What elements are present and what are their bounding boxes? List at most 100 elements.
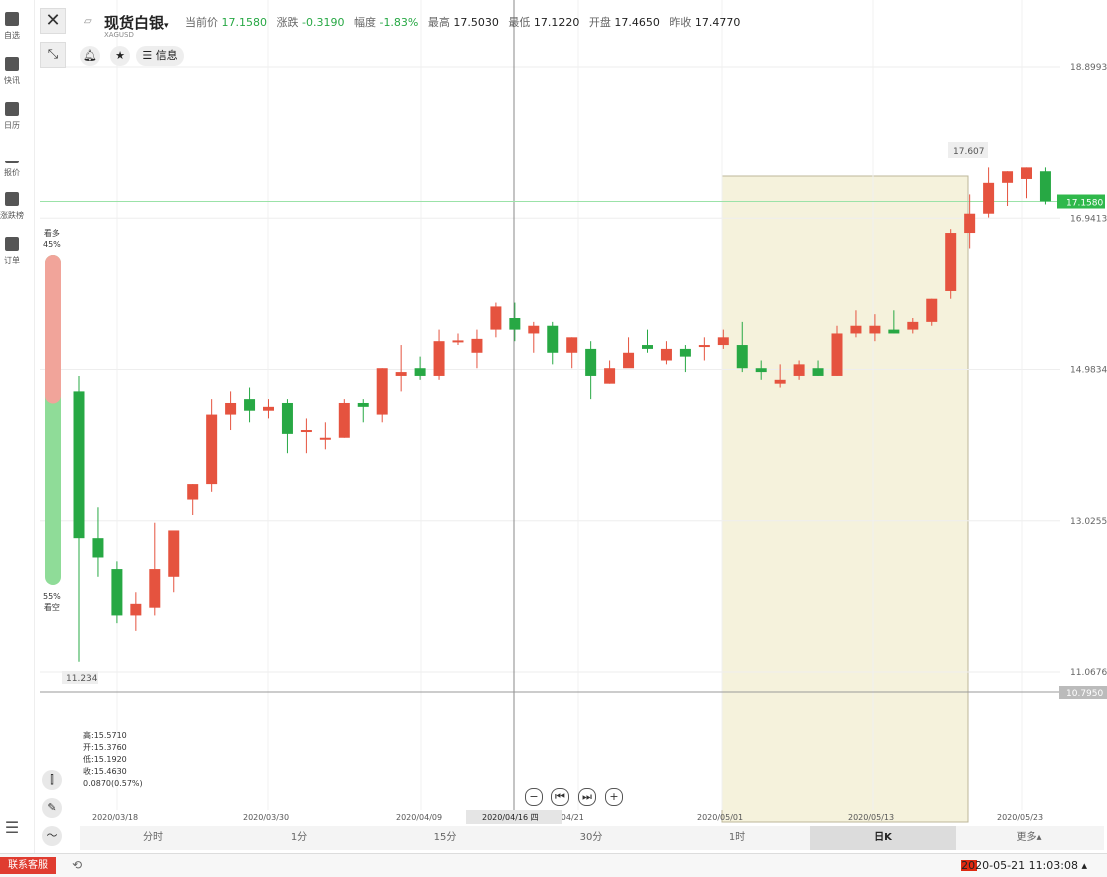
server-time[interactable]: 2020-05-21 11:03:08 ▴	[961, 859, 1087, 872]
sidebar-item-news[interactable]: 快讯	[0, 57, 24, 86]
candle-body	[357, 402, 369, 407]
jump-end-icon[interactable]: ⏭	[578, 788, 596, 806]
candle-body	[831, 333, 843, 376]
candle-body	[1039, 171, 1051, 202]
x-tick-label: 2020/03/18	[92, 813, 138, 822]
ohlc-change: 0.0870(0.57%)	[83, 779, 143, 788]
candle-body	[793, 364, 805, 376]
bell-icon[interactable]: 🔔︎	[80, 46, 100, 66]
bear-percent: 55%	[43, 592, 61, 601]
sidebar-item-label: 快讯	[4, 76, 20, 85]
high-value: 17.5030	[453, 16, 499, 29]
chart-header: ✕ ⤡ ▱ 现货白银▾ XAGUSD 当前价 17.1580 涨跌 -0.319…	[40, 0, 1100, 70]
candle-body	[585, 348, 597, 376]
candle-body	[187, 484, 199, 500]
bull-sentiment: 看多 45%	[43, 228, 61, 250]
y-tick-label: 14.9834	[1070, 366, 1107, 376]
collapse-icon[interactable]: ⤡	[40, 42, 66, 68]
tab-1hour[interactable]: 1时	[664, 826, 810, 850]
calendar-icon	[5, 102, 19, 116]
price-value: 17.1580	[221, 16, 268, 29]
bear-label: 看空	[43, 603, 60, 612]
candle-body	[263, 406, 274, 411]
sidebar-item-movers[interactable]: 涨跌榜	[0, 192, 24, 221]
contact-support-button[interactable]: 联系客服	[0, 857, 56, 874]
candle-body	[812, 368, 824, 376]
candle-body	[319, 437, 331, 440]
candle-body	[452, 340, 464, 343]
x-tick-label: 2020/03/30	[243, 813, 289, 822]
candle-body	[717, 337, 729, 346]
symbol-name[interactable]: 现货白银▾	[104, 12, 169, 33]
tab-daily[interactable]: 日K	[810, 826, 956, 850]
crosshair-date: 2020/04/16 四	[482, 813, 539, 822]
candle-body	[755, 368, 767, 373]
candle-body	[964, 213, 976, 234]
tab-timeshare[interactable]: 分时	[80, 826, 226, 850]
silver-bars-icon: ▱	[84, 16, 92, 27]
candle-type-icon[interactable]: ⫿	[42, 770, 62, 790]
y-tick-label: 13.0255	[1070, 517, 1107, 527]
tab-1min[interactable]: 1分	[226, 826, 372, 850]
sidebar-item-calendar[interactable]: 日历	[0, 102, 24, 131]
bull-label: 看多	[43, 229, 60, 238]
x-tick-label: 2020/05/13	[848, 813, 894, 822]
max-price-tag: 17.607	[953, 147, 985, 157]
min-price-tag: 11.234	[66, 674, 98, 684]
period-tabs: 分时 1分 15分 30分 1时 日K 更多▴	[80, 826, 1104, 850]
sidebar-item-orders[interactable]: 订单	[0, 237, 24, 266]
candle-body	[281, 402, 293, 434]
close-icon[interactable]: ✕	[40, 8, 66, 34]
zoom-in-icon[interactable]: +	[605, 788, 623, 806]
crosshair-price-tag: 10.7950	[1066, 689, 1103, 699]
candle-body	[698, 345, 710, 348]
star-icon[interactable]: ★	[110, 46, 130, 66]
candle-body	[566, 337, 578, 353]
menu-icon[interactable]: ☰	[3, 818, 21, 837]
sidebar-item-label: 自选	[4, 31, 20, 40]
candle-body	[642, 345, 653, 349]
range-value: -1.83%	[379, 16, 419, 29]
candle-body	[736, 345, 748, 369]
left-sidebar: 自选 快讯 日历 报价 涨跌榜 订单 ☰	[0, 0, 35, 853]
sidebar-item-watchlist[interactable]: 自选	[0, 12, 24, 41]
bull-percent: 45%	[43, 240, 61, 249]
ohlc-close: 收:15.4630	[83, 767, 127, 776]
candle-body	[679, 348, 691, 357]
tab-more[interactable]: 更多▴	[956, 826, 1102, 850]
sidebar-item-label: 涨跌榜	[0, 211, 24, 220]
news-list-icon	[5, 57, 19, 71]
line-chart-icon	[5, 147, 19, 163]
x-tick-label: 2020/04/09	[396, 813, 442, 822]
jump-start-icon[interactable]: ⏮	[551, 788, 569, 806]
range-label: 幅度	[353, 16, 376, 29]
indicator-icon[interactable]: 〜	[42, 826, 62, 846]
ohlc-low: 低:15.1920	[83, 755, 127, 764]
sidebar-item-label: 订单	[4, 256, 20, 265]
candle-body	[300, 430, 312, 433]
candle-body	[528, 325, 540, 334]
open-value: 17.4650	[614, 16, 660, 29]
sidebar-item-quotes[interactable]: 报价	[0, 147, 24, 178]
low-label: 最低	[508, 16, 531, 29]
candle-body	[168, 530, 180, 577]
candle-body	[395, 372, 407, 376]
candle-body	[73, 391, 85, 539]
candle-body	[225, 402, 237, 415]
prev-close-label: 昨收	[669, 16, 692, 29]
tab-30min[interactable]: 30分	[518, 826, 664, 850]
translate-icon[interactable]: ⟲	[72, 858, 82, 872]
candle-body	[660, 348, 672, 361]
candle-body	[945, 233, 957, 291]
pencil-icon[interactable]: ✎	[42, 798, 62, 818]
candle-body	[926, 298, 938, 322]
low-value: 17.1220	[533, 16, 580, 29]
candle-body	[130, 603, 142, 616]
info-label: 信息	[155, 49, 178, 62]
candle-body	[206, 414, 218, 485]
info-button[interactable]: ☰ 信息	[136, 46, 184, 66]
tab-15min[interactable]: 15分	[372, 826, 518, 850]
zoom-out-icon[interactable]: −	[525, 788, 543, 806]
candlestick-chart[interactable]: 18.899316.941314.983413.025511.06762020/…	[40, 0, 1107, 826]
sentiment-bull-bar	[45, 255, 61, 404]
